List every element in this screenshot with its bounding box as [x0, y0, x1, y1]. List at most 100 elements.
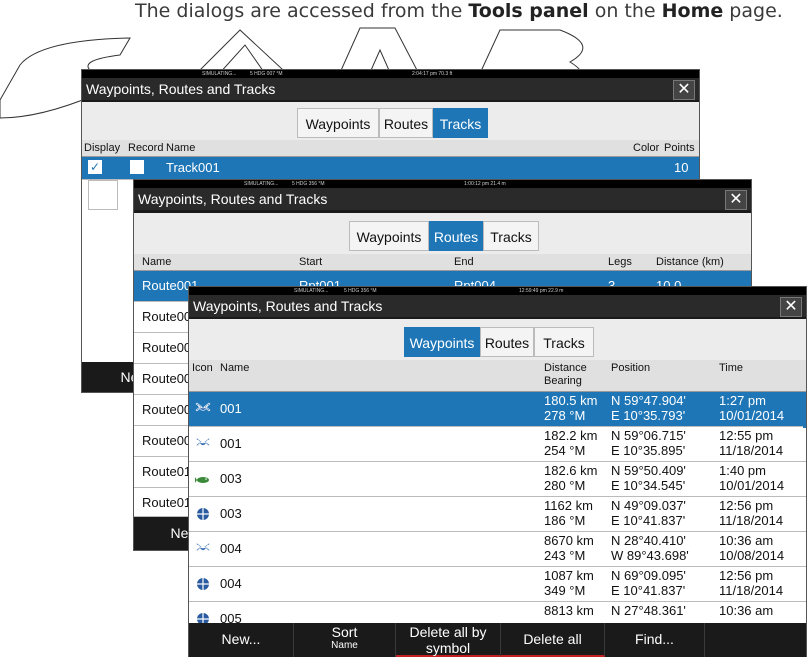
waypoint-date: 11/18/2014: [719, 513, 784, 528]
delete-all-button[interactable]: Delete all: [501, 623, 605, 657]
waypoint-longitude: E 10°41.837': [611, 513, 686, 528]
waypoint-date: 11/18/2014: [719, 583, 784, 598]
new-button[interactable]: Ne: [134, 517, 194, 551]
waypoint-time: 1:27 pm: [719, 393, 766, 408]
waypoint-longitude: E 10°41.837': [611, 583, 686, 598]
track-points: 10: [674, 160, 689, 175]
waypoint-time: 10:36 am: [719, 533, 774, 548]
new-button[interactable]: New...: [189, 623, 294, 657]
waypoint-distance: 8670 km: [544, 533, 594, 548]
tab-waypoints[interactable]: Waypoints: [349, 221, 429, 251]
tab-routes[interactable]: Routes: [480, 327, 534, 357]
waypoint-latitude: N 28°40.410': [611, 533, 686, 548]
waypoint-distance: 1087 km: [544, 568, 594, 583]
waypoint-bearing: 243 °M: [544, 548, 586, 563]
waypoint-date: 10/01/2014: [719, 478, 785, 493]
close-button[interactable]: ✕: [725, 190, 747, 210]
status-heading: 5 HDG 007 °M: [250, 71, 283, 77]
header-position: Position: [611, 362, 651, 374]
waypoint-distance: 182.6 km: [544, 463, 598, 478]
waypoint-latitude: N 49°09.037': [611, 498, 686, 513]
table-row[interactable]: 003 182.6 km 280 °M N 59°50.409' E 10°34.545…: [189, 462, 806, 497]
delete-by-symbol-label: Delete all by: [409, 624, 487, 640]
table-row[interactable]: 005 8813 km N 27°48.361' 10:36 am: [189, 602, 806, 623]
status-bar: SIMULATING... 5 HDG 356 °M 12:59:49 pm 2…: [189, 287, 806, 295]
table-row[interactable]: 004 8670 km 243 °M N 28°40.410' W 89°43.698'…: [189, 532, 806, 567]
tab-tracks[interactable]: Tracks: [483, 221, 539, 251]
close-button[interactable]: ✕: [673, 80, 695, 100]
waypoint-name: 004: [220, 576, 242, 591]
waypoint-longitude: E 10°35.793': [611, 408, 686, 423]
tab-row: Waypoints Routes Tracks: [82, 102, 699, 140]
table-row[interactable]: 004 1087 km 349 °M N 69°09.095' E 10°41.837'…: [189, 567, 806, 602]
sort-button[interactable]: Sort Name: [294, 623, 396, 657]
header-record: Record: [128, 142, 164, 154]
tab-waypoints[interactable]: Waypoints: [297, 108, 379, 138]
status-heading: 5 HDG 356 °M: [344, 288, 377, 294]
sort-value: Name: [331, 640, 358, 651]
table-header: Icon Name Distance Bearing Position Time: [189, 360, 806, 392]
header-color: Color: [633, 142, 660, 154]
waypoint-date: 10/08/2014: [719, 548, 785, 563]
status-bar: SIMULATING... 5 HDG 356 °M 1:00:12 pm 21…: [134, 180, 751, 188]
waypoint-longitude: E 10°35.895': [611, 443, 686, 458]
waypoint-name: 001: [220, 436, 242, 451]
dialog-title: Waypoints, Routes and Tracks: [134, 188, 751, 210]
header-start: Start: [299, 256, 323, 268]
tab-row: Waypoints Routes Tracks: [134, 213, 751, 254]
waypoint-bearing: 278 °M: [544, 408, 586, 423]
waypoint-latitude: N 27°48.361': [611, 603, 686, 618]
waypoint-time: 1:40 pm: [719, 463, 766, 478]
new-button[interactable]: Ne: [82, 362, 142, 396]
table-header: Display Record Name Color Points: [82, 140, 699, 157]
sort-label: Sort: [331, 624, 358, 640]
tab-row: Waypoints Routes Tracks: [189, 319, 806, 360]
waypoint-date: 11/18/2014: [719, 443, 784, 458]
waypoint-name: 004: [220, 541, 242, 556]
status-time: 1:00:12 pm 21.4 m: [464, 181, 506, 187]
new-label: New...: [221, 631, 261, 647]
waypoint-distance: 1162 km: [544, 498, 593, 513]
find-button[interactable]: Find...: [605, 623, 705, 657]
status-heading: 5 HDG 356 °M: [292, 181, 325, 187]
waypoint-date: 10/01/2014: [719, 408, 785, 423]
waypoint-latitude: N 69°09.095': [611, 568, 686, 583]
header-end: End: [454, 256, 474, 268]
delete-by-symbol-button[interactable]: Delete all by symbol: [396, 623, 501, 657]
tab-tracks[interactable]: Tracks: [534, 327, 594, 357]
route-name: Route00: [142, 309, 192, 324]
header-distance: Distance: [544, 362, 587, 374]
header-legs: Legs: [608, 256, 632, 268]
scrollbar[interactable]: [803, 392, 806, 428]
waypoint-time: 12:56 pm: [719, 498, 774, 513]
waypoint-distance: 180.5 km: [544, 393, 598, 408]
table-row[interactable]: 003 1162 km 186 °M N 49°09.037' E 10°41.837'…: [189, 497, 806, 532]
find-label: Find...: [635, 631, 674, 647]
close-button[interactable]: ✕: [780, 297, 802, 317]
waypoint-longitude: E 10°34.545': [611, 478, 686, 493]
header-points: Points: [664, 142, 695, 154]
table-row[interactable]: ✓ Track001 10: [82, 157, 699, 180]
table-row[interactable]: 001 182.2 km 254 °M N 59°06.715' E 10°35.895…: [189, 427, 806, 462]
table-header: Name Start End Legs Distance (km): [134, 254, 751, 271]
waypoint-bearing: 349 °M: [544, 583, 586, 598]
route-name: Route00: [142, 340, 192, 355]
display-checkbox[interactable]: ✓: [88, 160, 102, 174]
footer-bar: New... Sort Name Delete all by symbol Dele…: [189, 623, 806, 657]
record-checkbox[interactable]: [130, 160, 144, 174]
waypoint-distance: 8813 km: [544, 603, 594, 618]
tab-waypoints[interactable]: Waypoints: [404, 327, 480, 357]
header-name: Name: [142, 256, 172, 268]
status-simulating: SIMULATING...: [244, 181, 279, 187]
waypoint-latitude: N 59°06.715': [611, 428, 686, 443]
tab-routes[interactable]: Routes: [429, 221, 483, 251]
tab-routes[interactable]: Routes: [379, 108, 433, 138]
tab-tracks[interactable]: Tracks: [433, 108, 488, 138]
waypoint-distance: 182.2 km: [544, 428, 598, 443]
empty-cell: [88, 180, 118, 210]
waypoint-time: 12:55 pm: [719, 428, 774, 443]
waypoint-bearing: 280 °M: [544, 478, 586, 493]
delete-all-label: Delete all: [523, 631, 582, 647]
dialog-title: Waypoints, Routes and Tracks: [82, 78, 699, 100]
table-row[interactable]: 001 180.5 km 278 °M N 59°47.904' E 10°35.793…: [189, 392, 806, 427]
